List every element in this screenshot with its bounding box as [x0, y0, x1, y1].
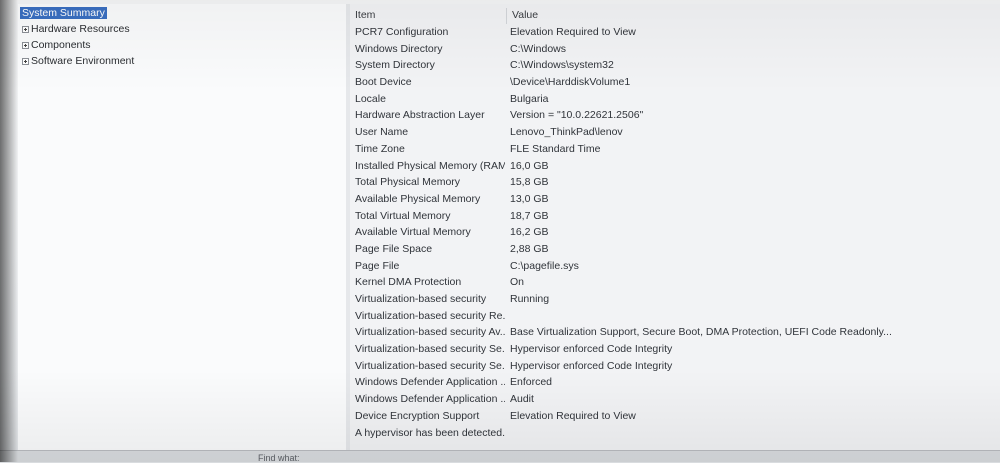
row-value-cell: 16,2 GB	[510, 226, 549, 239]
row-value-cell: Base Virtualization Support, Secure Boot…	[510, 326, 892, 339]
table-row[interactable]: Hardware Abstraction Layer Version = "10.…	[350, 108, 1000, 125]
table-row[interactable]: Total Virtual Memory 18,7 GB	[350, 209, 1000, 226]
row-item-cell: Time Zone	[355, 142, 405, 155]
row-item-cell: Virtualization-based security	[355, 293, 487, 305]
row-item-cell: Hardware Abstraction Layer	[355, 109, 485, 122]
category-tree: System Summary Hardware Resources Compon…	[20, 5, 134, 69]
row-item-cell: Virtualization-based security Re...	[355, 309, 505, 322]
details-list-pane: Item Value PCR7 Configuration Elevation R…	[350, 4, 1000, 450]
category-tree-pane: System Summary Hardware Resources Compon…	[18, 4, 347, 450]
row-item-cell: Device Encryption Support	[355, 409, 480, 422]
row-item-cell: Locale	[355, 92, 386, 105]
expand-icon[interactable]	[22, 41, 29, 49]
row-item-cell: Page File Space	[355, 242, 433, 255]
row-item-cell: Total Virtual Memory	[355, 209, 451, 222]
row-item-cell: User Name	[355, 126, 409, 139]
row-value-cell: 13,0 GB	[510, 192, 549, 205]
details-list: PCR7 Configuration Elevation Required to …	[350, 25, 1000, 442]
row-value-cell: Audit	[510, 393, 534, 406]
table-row[interactable]: Page File C:\pagefile.sys	[350, 259, 1000, 276]
row-value-cell: C:\Windows	[510, 42, 567, 55]
row-item-cell: Available Virtual Memory	[355, 226, 471, 239]
row-value-cell: Elevation Required to View	[510, 409, 636, 422]
list-header: Item Value	[350, 8, 1000, 24]
table-row[interactable]: Windows Defender Application ... Enforced	[350, 375, 1000, 392]
row-value-cell: Enforced	[510, 376, 553, 389]
table-row[interactable]: Installed Physical Memory (RAM) 16,0 GB	[350, 159, 1000, 176]
row-item-cell: PCR7 Configuration	[355, 26, 449, 38]
row-item-cell: Virtualization-based security Se...	[355, 343, 505, 356]
tree-item-hardware-resources[interactable]: Hardware Resources	[22, 21, 134, 37]
column-header-item[interactable]: Item	[355, 9, 375, 21]
row-value-cell: C:\pagefile.sys	[510, 259, 579, 272]
tree-item-label: Components	[31, 39, 91, 51]
row-item-cell: Available Physical Memory	[355, 192, 481, 205]
table-row[interactable]: Locale Bulgaria	[350, 92, 1000, 109]
row-value-cell: On	[510, 276, 525, 289]
table-row[interactable]: Page File Space 2,88 GB	[350, 242, 1000, 259]
row-value-cell: \Device\HarddiskVolume1	[510, 76, 631, 89]
row-value-cell: Elevation Required to View	[510, 26, 636, 38]
row-item-cell: Windows Directory	[355, 42, 443, 55]
column-divider[interactable]	[506, 8, 507, 24]
table-row[interactable]: Time Zone FLE Standard Time	[350, 142, 1000, 159]
tree-item-software-environment[interactable]: Software Environment	[22, 53, 134, 69]
table-row[interactable]: User Name Lenovo_ThinkPad\lenov	[350, 125, 1000, 142]
tree-item-label: Software Environment	[31, 55, 135, 67]
row-item-cell: Boot Device	[355, 76, 412, 89]
table-row[interactable]: Virtualization-based security Se... Hyper…	[350, 342, 1000, 359]
table-row[interactable]: Virtualization-based security Re...	[350, 309, 1000, 326]
row-value-cell: 2,88 GB	[510, 242, 549, 255]
table-row[interactable]: Total Physical Memory 15,8 GB	[350, 175, 1000, 192]
row-value-cell: 16,0 GB	[510, 159, 549, 172]
row-item-cell: Installed Physical Memory (RAM)	[355, 159, 505, 172]
row-value-cell: C:\Windows\system32	[510, 59, 614, 72]
tree-item-components[interactable]: Components	[22, 37, 134, 53]
table-row[interactable]: Boot Device \Device\HarddiskVolume1	[350, 75, 1000, 92]
row-item-cell: Kernel DMA Protection	[355, 276, 462, 289]
row-item-cell: Total Physical Memory	[355, 176, 461, 189]
table-row[interactable]: Available Physical Memory 13,0 GB	[350, 192, 1000, 209]
table-row[interactable]: Kernel DMA Protection On	[350, 275, 1000, 292]
row-item-cell: A hypervisor has been detected...	[355, 426, 505, 439]
table-row[interactable]: A hypervisor has been detected...	[350, 426, 1000, 443]
table-row[interactable]: Device Encryption Support Elevation Requi…	[350, 409, 1000, 426]
row-value-cell: Running	[510, 293, 550, 305]
find-bar: Find what:	[0, 450, 1000, 463]
expand-icon[interactable]	[22, 25, 29, 33]
tree-item-system-summary[interactable]: System Summary	[20, 5, 134, 21]
tree-item-label: Hardware Resources	[31, 23, 130, 35]
expand-icon[interactable]	[22, 57, 29, 65]
msinfo-window: System Summary Hardware Resources Compon…	[0, 0, 1000, 463]
row-item-cell: Windows Defender Application ...	[355, 393, 505, 406]
table-row[interactable]: Virtualization-based security Av... Base …	[350, 325, 1000, 342]
row-value-cell: Hypervisor enforced Code Integrity	[510, 343, 673, 356]
row-item-cell: Windows Defender Application ...	[355, 376, 505, 389]
row-item-cell: Page File	[355, 259, 400, 272]
row-item-cell: Virtualization-based security Av...	[355, 326, 505, 339]
table-row[interactable]: Windows Directory C:\Windows	[350, 42, 1000, 59]
row-item-cell: Virtualization-based security Se...	[355, 359, 505, 372]
row-value-cell: Version = "10.0.22621.2506"	[510, 109, 644, 122]
row-value-cell: 15,8 GB	[510, 176, 549, 189]
table-row[interactable]: PCR7 Configuration Elevation Required to …	[350, 25, 1000, 42]
row-value-cell: FLE Standard Time	[510, 142, 601, 155]
row-value-cell: Hypervisor enforced Code Integrity	[510, 359, 673, 372]
table-row[interactable]: Windows Defender Application ... Audit	[350, 392, 1000, 409]
table-row[interactable]: Virtualization-based security Running	[350, 292, 1000, 309]
row-value-cell: Bulgaria	[510, 92, 549, 105]
row-value-cell: Lenovo_ThinkPad\lenov	[510, 126, 623, 139]
table-row[interactable]: Available Virtual Memory 16,2 GB	[350, 225, 1000, 242]
table-row[interactable]: Virtualization-based security Se... Hyper…	[350, 359, 1000, 376]
row-value-cell: 18,7 GB	[510, 209, 549, 222]
row-item-cell: System Directory	[355, 59, 435, 72]
tree-item-label: System Summary	[20, 7, 107, 19]
table-row[interactable]: System Directory C:\Windows\system32	[350, 58, 1000, 75]
column-header-value[interactable]: Value	[512, 9, 538, 21]
